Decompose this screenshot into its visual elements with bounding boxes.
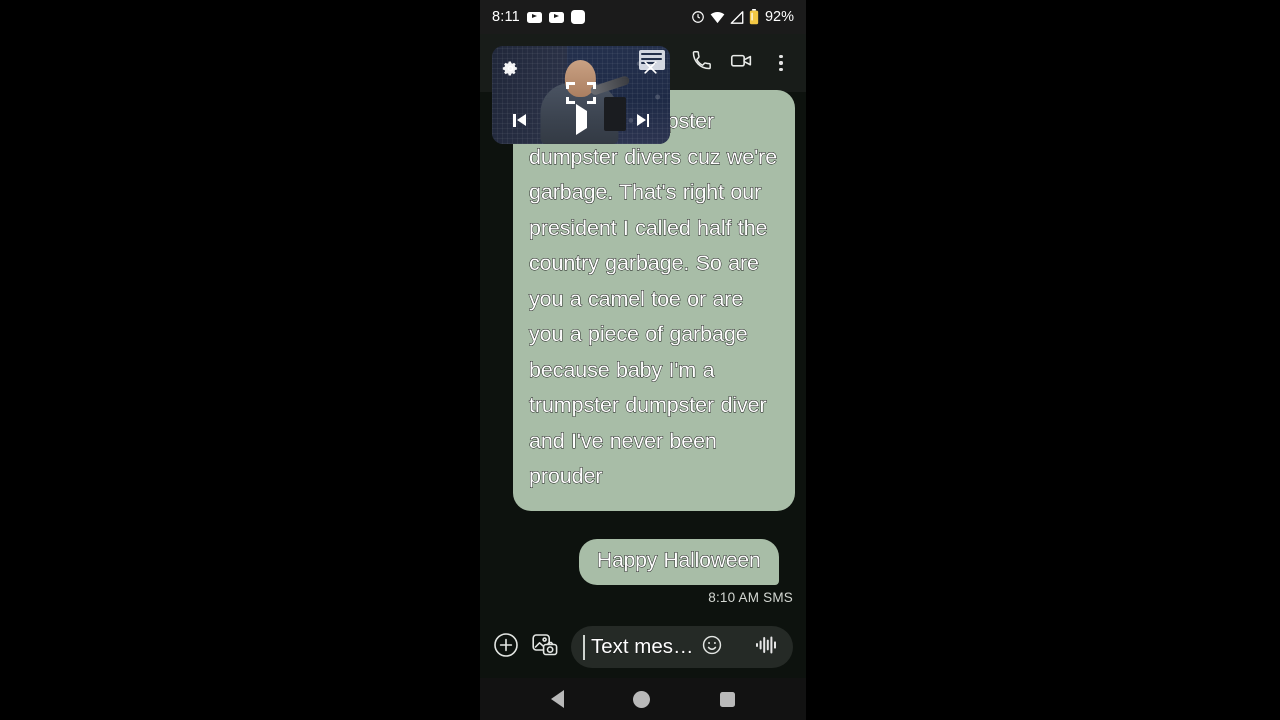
status-bar-left: 8:11 <box>492 9 585 25</box>
message-input-placeholder: Text mes… <box>591 635 694 658</box>
overflow-menu-icon <box>779 54 783 72</box>
app-notification-icon <box>570 10 585 24</box>
text-caret <box>583 634 585 660</box>
youtube-notification-icon <box>526 11 542 23</box>
previous-track-icon[interactable] <box>513 113 526 127</box>
status-bar-right: 92% <box>691 9 794 25</box>
call-button[interactable] <box>684 46 718 80</box>
youtube-notification-icon-2 <box>548 11 564 23</box>
message-status-timestamp: 8:10 AM SMS <box>708 590 793 605</box>
status-clock: 8:11 <box>492 9 520 25</box>
message-text: Happy Halloween <box>597 549 762 573</box>
video-call-button[interactable] <box>724 46 758 80</box>
video-transport-controls <box>492 104 670 135</box>
video-camera-icon <box>730 49 753 77</box>
settings-gear-icon[interactable] <box>502 60 519 82</box>
battery-percent-label: 92% <box>764 9 794 25</box>
emoji-icon[interactable] <box>701 634 723 661</box>
phone-screen: 8:11 92% dumpster divers cuz we're garba… <box>480 0 806 720</box>
more-options-button[interactable] <box>764 46 798 80</box>
next-track-icon[interactable] <box>636 113 649 127</box>
system-navigation-bar <box>480 678 806 720</box>
message-input-field[interactable]: Text mes… <box>571 626 793 668</box>
picture-in-picture-video-player[interactable] <box>492 46 670 144</box>
message-bubble-incoming[interactable]: trumpster dumpster dumpster divers cuz w… <box>513 90 795 511</box>
app-bar-actions <box>684 34 798 92</box>
attach-plus-icon[interactable] <box>493 632 519 663</box>
nav-back-button[interactable] <box>550 690 564 708</box>
message-composer: Text mes… <box>480 616 806 678</box>
screenshot-canvas: 8:11 92% dumpster divers cuz we're garba… <box>0 0 1280 720</box>
focus-reticle-icon <box>566 82 596 105</box>
wifi-icon <box>710 11 725 24</box>
message-text: trumpster dumpster dumpster divers cuz w… <box>529 109 778 489</box>
voice-waveform-icon[interactable] <box>755 635 779 660</box>
cellular-signal-icon <box>730 10 744 24</box>
gallery-camera-icon[interactable] <box>532 633 558 662</box>
close-icon[interactable] <box>642 59 659 81</box>
play-icon[interactable] <box>575 104 587 135</box>
message-list[interactable]: trumpster dumpster dumpster divers cuz w… <box>480 90 806 616</box>
status-bar: 8:11 92% <box>480 0 806 34</box>
nav-recents-button[interactable] <box>720 691 736 707</box>
battery-icon <box>749 9 759 25</box>
phone-icon <box>691 50 712 76</box>
message-bubble-outgoing[interactable]: Happy Halloween <box>579 539 779 585</box>
nav-home-button[interactable] <box>633 690 651 708</box>
alarm-icon <box>691 10 705 24</box>
